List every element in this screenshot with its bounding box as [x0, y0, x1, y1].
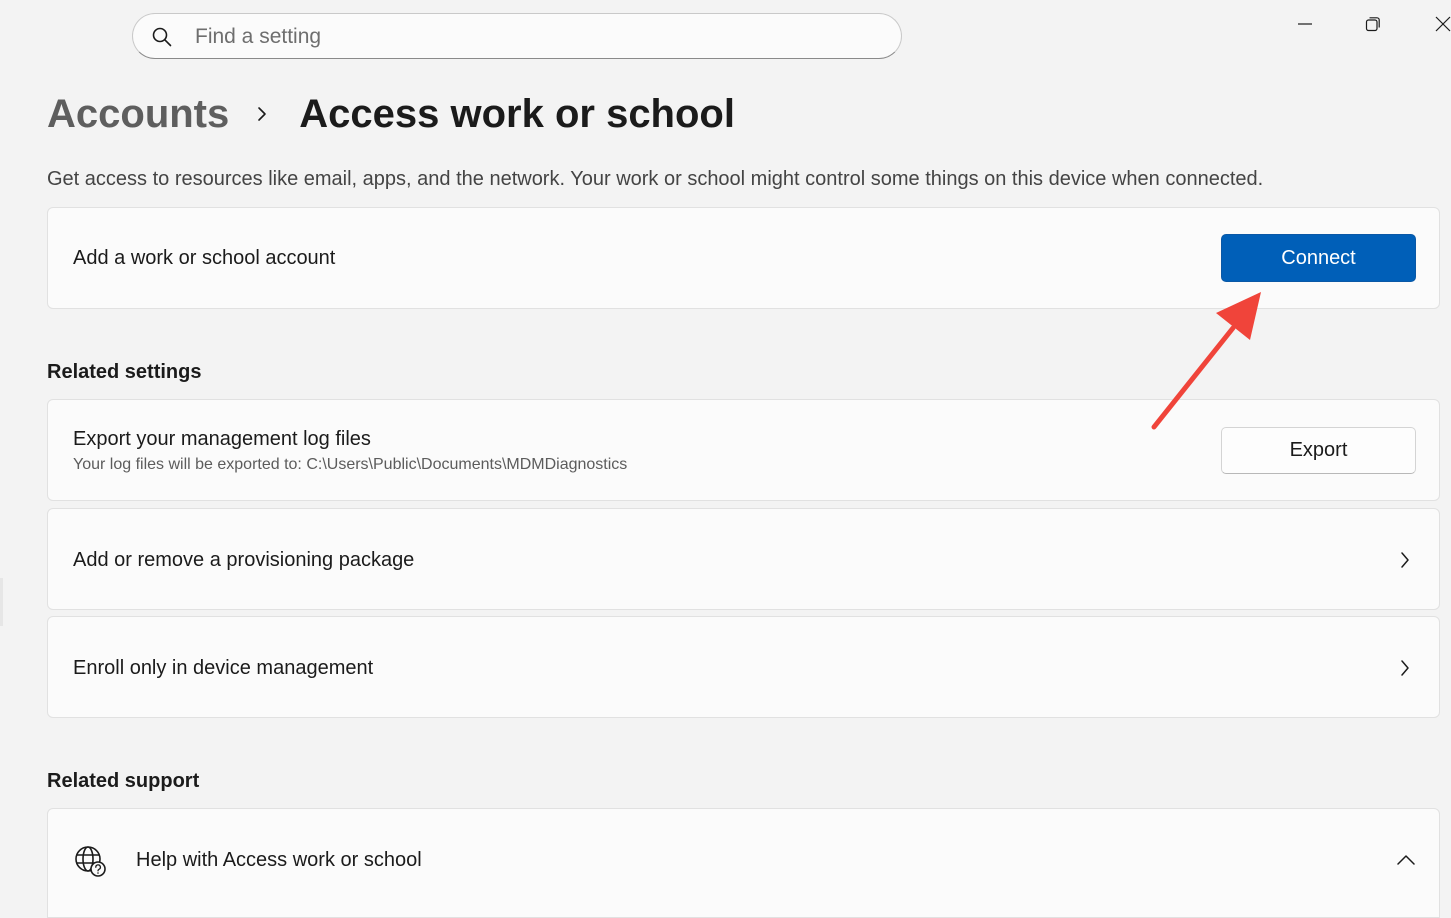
export-logs-path: Your log files will be exported to: C:\U… [73, 456, 628, 473]
provisioning-package-item[interactable]: Add or remove a provisioning package [47, 508, 1440, 610]
enroll-device-management-label: Enroll only in device management [73, 657, 374, 679]
related-support-heading: Related support [47, 770, 200, 792]
sidebar-edge [0, 578, 3, 626]
restore-button[interactable] [1348, 4, 1398, 44]
page-title: Access work or school [299, 91, 735, 136]
connect-button[interactable]: Connect [1221, 234, 1416, 282]
chevron-up-icon [1397, 855, 1415, 865]
help-label: Help with Access work or school [136, 849, 422, 871]
export-logs-card: Export your management log files Your lo… [47, 399, 1440, 501]
chevron-right-icon [1401, 552, 1409, 568]
add-account-label: Add a work or school account [73, 247, 336, 269]
breadcrumb: Accounts Access work or school [47, 86, 735, 142]
add-account-card: Add a work or school account Connect [47, 207, 1440, 309]
help-expander[interactable]: Help with Access work or school [47, 808, 1440, 918]
export-logs-label: Export your management log files [73, 428, 371, 450]
page-description: Get access to resources like email, apps… [47, 168, 1264, 190]
minimize-icon [1298, 23, 1312, 25]
breadcrumb-parent-link[interactable]: Accounts [47, 92, 229, 137]
close-button[interactable] [1418, 4, 1451, 44]
restore-icon [1365, 17, 1380, 32]
minimize-button[interactable] [1280, 4, 1330, 44]
related-settings-heading: Related settings [47, 361, 202, 383]
search-input[interactable] [193, 14, 887, 60]
export-button[interactable]: Export [1221, 427, 1416, 474]
enroll-device-management-item[interactable]: Enroll only in device management [47, 616, 1440, 718]
breadcrumb-chevron-icon [258, 107, 267, 121]
provisioning-package-label: Add or remove a provisioning package [73, 549, 415, 571]
search-box[interactable] [132, 13, 902, 60]
globe-help-icon [75, 846, 106, 877]
search-icon [152, 27, 172, 47]
chevron-right-icon [1401, 660, 1409, 676]
close-icon [1435, 16, 1451, 32]
